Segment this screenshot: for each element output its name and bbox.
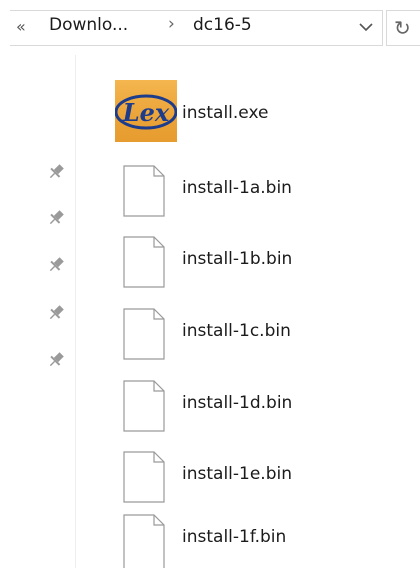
- blank-file-icon: [122, 165, 166, 217]
- breadcrumb-item-downloads[interactable]: Downlo...: [49, 15, 128, 35]
- file-name: install-1b.bin: [182, 249, 293, 269]
- pin-icon[interactable]: [46, 350, 66, 370]
- pin-icon[interactable]: [46, 303, 66, 323]
- refresh-icon: ↻: [394, 16, 411, 40]
- file-name: install.exe: [182, 103, 269, 123]
- file-item-install-exe[interactable]: Lex install.exe: [112, 80, 412, 144]
- breadcrumb-overflow-icon[interactable]: «: [16, 17, 26, 36]
- file-item-install-1a-bin[interactable]: install-1a.bin: [112, 155, 412, 219]
- svg-text:Lex: Lex: [122, 98, 170, 127]
- refresh-button[interactable]: ↻: [386, 10, 420, 46]
- address-bar: « Downlo... › dc16-5 ↻: [0, 0, 420, 55]
- blank-file-icon: [122, 380, 166, 432]
- file-item-install-1e-bin[interactable]: install-1e.bin: [112, 441, 412, 505]
- file-name: install-1f.bin: [182, 527, 287, 547]
- lex-app-icon: Lex: [114, 80, 178, 142]
- pin-icon[interactable]: [46, 162, 66, 182]
- pane-divider[interactable]: [75, 55, 76, 568]
- file-name: install-1a.bin: [182, 178, 292, 198]
- file-item-install-1f-bin[interactable]: install-1f.bin: [112, 504, 412, 568]
- file-item-install-1b-bin[interactable]: install-1b.bin: [112, 226, 412, 290]
- file-explorer-window: « Downlo... › dc16-5 ↻ Lex install.exe i…: [0, 0, 420, 568]
- file-item-install-1c-bin[interactable]: install-1c.bin: [112, 298, 412, 362]
- file-item-install-1d-bin[interactable]: install-1d.bin: [112, 370, 412, 434]
- blank-file-icon: [122, 236, 166, 288]
- file-name: install-1e.bin: [182, 464, 292, 484]
- file-name: install-1d.bin: [182, 393, 293, 413]
- pin-icon[interactable]: [46, 208, 66, 228]
- breadcrumb-separator-icon[interactable]: ›: [168, 14, 175, 34]
- blank-file-icon: [122, 514, 166, 568]
- file-name: install-1c.bin: [182, 321, 291, 341]
- pin-icon[interactable]: [46, 255, 66, 275]
- breadcrumb-item-dc16-5[interactable]: dc16-5: [193, 15, 252, 35]
- address-dropdown-icon[interactable]: [352, 14, 380, 42]
- blank-file-icon: [122, 308, 166, 360]
- blank-file-icon: [122, 451, 166, 503]
